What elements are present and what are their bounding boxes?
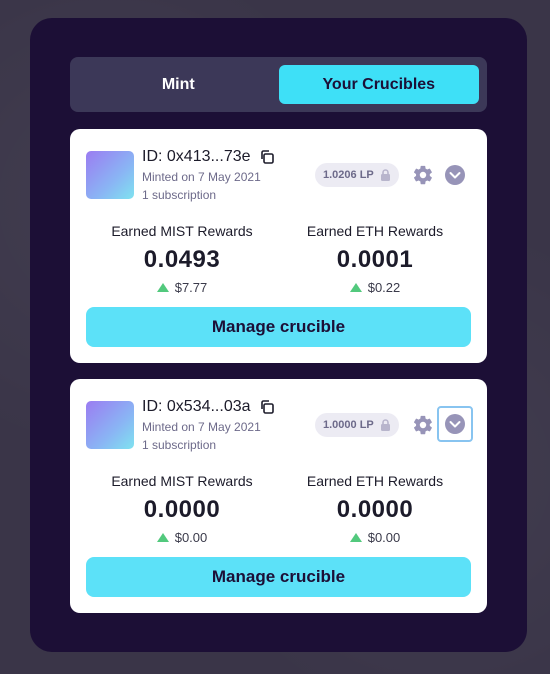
arrow-up-icon [349,533,362,542]
reward-label: Earned ETH Rewards [306,223,444,239]
minted-date: Minted on 7 May 2021 [142,170,261,184]
lp-badge: 1.0000 LP [315,413,399,437]
reward-usd: $0.00 [367,530,401,545]
eth-rewards: Earned ETH Rewards 0.0000 $0.00 [275,473,475,545]
lock-icon [380,169,390,181]
reward-label: Earned ETH Rewards [306,473,444,489]
reward-value: 0.0493 [143,246,221,273]
crucible-avatar [86,401,134,449]
reward-usd: $7.77 [174,280,208,295]
lp-amount: 1.0206 LP [323,169,374,181]
tab-mint[interactable]: Mint [78,65,279,104]
crucible-panel: Mint Your Crucibles ID: 0x413...73e Mint… [30,18,527,652]
reward-value: 0.0000 [336,496,414,523]
tab-your-crucibles[interactable]: Your Crucibles [278,65,479,104]
gear-icon[interactable] [412,164,434,186]
minted-date: Minted on 7 May 2021 [142,420,261,434]
tab-bar: Mint Your Crucibles [70,57,487,112]
manage-crucible-button[interactable]: Manage crucible [86,557,471,597]
reward-label: Earned MIST Rewards [111,223,253,239]
crucible-card: ID: 0x534...03a Minted on 7 May 2021 1 s… [70,379,487,613]
arrow-up-icon [156,283,169,292]
mist-rewards: Earned MIST Rewards 0.0000 $0.00 [82,473,282,545]
chevron-down-icon [445,414,465,434]
lock-icon [380,419,390,431]
lp-amount: 1.0000 LP [323,419,374,431]
expand-toggle[interactable] [437,406,473,442]
chevron-down-icon [445,165,465,185]
crucible-id: ID: 0x413...73e [142,148,251,165]
lp-badge: 1.0206 LP [315,163,399,187]
crucible-id: ID: 0x534...03a [142,398,251,415]
subscription-count: 1 subscription [142,438,217,452]
arrow-up-icon [349,283,362,292]
mist-rewards: Earned MIST Rewards 0.0493 $7.77 [82,223,282,295]
manage-crucible-button[interactable]: Manage crucible [86,307,471,347]
arrow-up-icon [156,533,169,542]
reward-label: Earned MIST Rewards [111,473,253,489]
copy-icon[interactable] [259,149,275,165]
reward-usd: $0.00 [174,530,208,545]
gear-icon[interactable] [412,414,434,436]
copy-icon[interactable] [259,399,275,415]
crucible-card: ID: 0x413...73e Minted on 7 May 2021 1 s… [70,129,487,363]
reward-value: 0.0000 [143,496,221,523]
eth-rewards: Earned ETH Rewards 0.0001 $0.22 [275,223,475,295]
subscription-count: 1 subscription [142,188,217,202]
reward-usd: $0.22 [367,280,401,295]
expand-toggle[interactable] [442,162,468,188]
reward-value: 0.0001 [336,246,414,273]
crucible-avatar [86,151,134,199]
